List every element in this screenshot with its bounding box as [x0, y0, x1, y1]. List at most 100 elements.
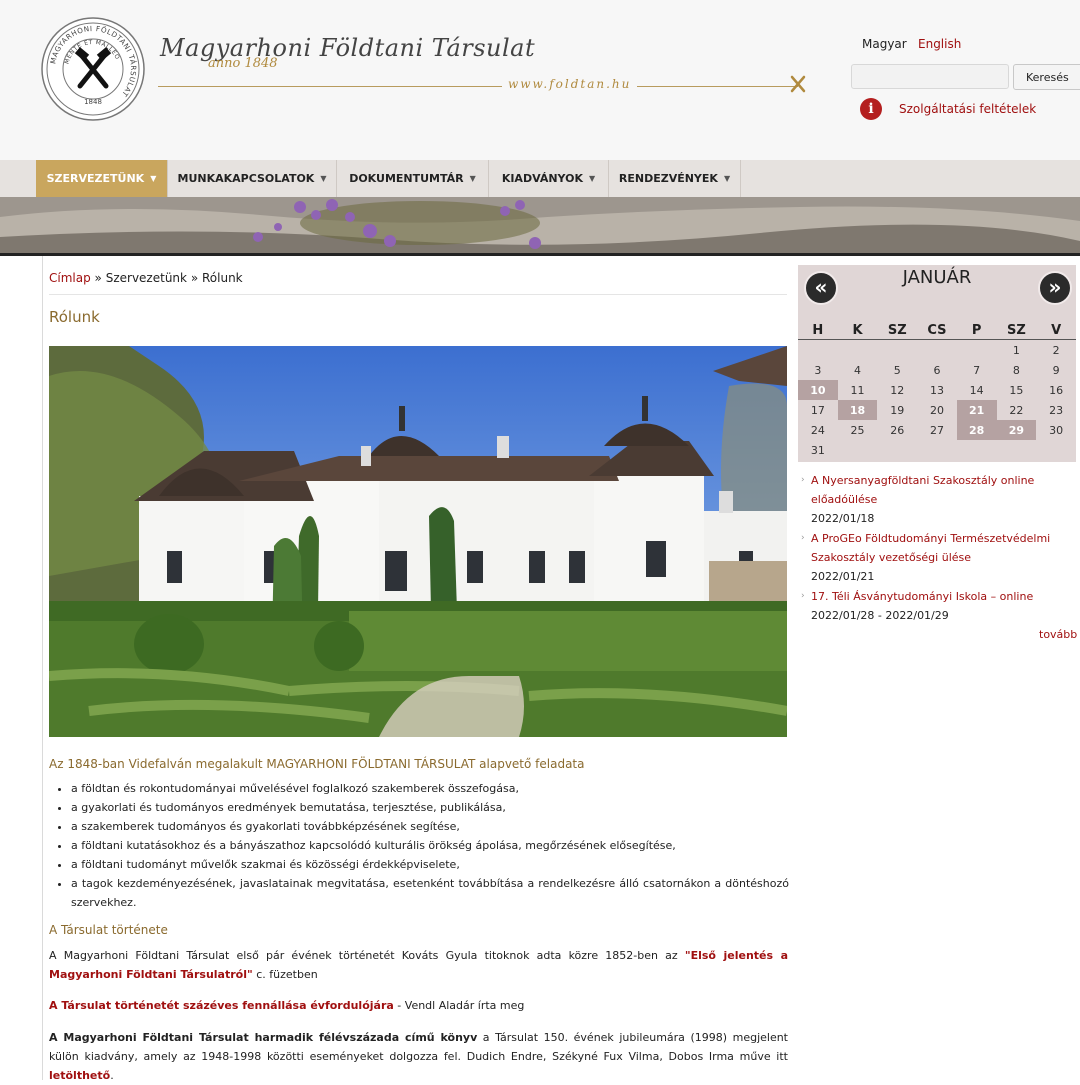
chevron-right-icon: › — [801, 475, 805, 485]
event-item[interactable]: › 17. Téli Ásványtudományi Iskola – onli… — [801, 587, 1073, 625]
society-seal-logo[interactable]: MAGYARHONI FÖLDTANI TÁRSULAT MENTE ET MA… — [40, 16, 146, 122]
more-events-link[interactable]: tovább — [1039, 628, 1077, 641]
calendar-day[interactable]: 5 — [877, 360, 917, 380]
info-icon: i — [860, 98, 882, 120]
calendar-day[interactable]: 26 — [877, 420, 917, 440]
calendar-day[interactable]: 6 — [917, 360, 957, 380]
weekday-header-row: H K SZ CS P SZ V — [798, 321, 1076, 340]
terms-of-service-link[interactable]: Szolgáltatási feltételek — [899, 102, 1036, 116]
event-title[interactable]: A Nyersanyagföldtani Szakosztály online … — [811, 471, 1073, 509]
calendar-day[interactable]: 20 — [917, 400, 957, 420]
double-chevron-right-icon[interactable]: » — [1038, 271, 1072, 305]
calendar-day[interactable]: 18 — [837, 400, 878, 420]
calendar-day-number: 4 — [854, 363, 862, 377]
calendar-month: JANUÁR — [902, 267, 972, 288]
calendar-day[interactable]: 21 — [956, 400, 997, 420]
nav-item-szervezetunk[interactable]: SZERVEZETÜNK ▼ — [36, 160, 168, 197]
event-date: 2022/01/21 — [811, 570, 875, 583]
event-title[interactable]: 17. Téli Ásványtudományi Iskola – online — [811, 587, 1073, 606]
calendar-day-number: 22 — [1009, 403, 1024, 417]
calendar-day[interactable]: 3 — [798, 360, 838, 380]
history-paragraph-1: A Magyarhoni Földtani Társulat első pár … — [49, 946, 788, 984]
page-title: Rólunk — [49, 308, 100, 326]
calendar-day-number: 8 — [1012, 363, 1020, 377]
calendar-day[interactable]: 27 — [917, 420, 957, 440]
history-heading: A Társulat története — [49, 923, 168, 937]
breadcrumb-section-link[interactable]: Szervezetünk — [106, 271, 187, 285]
list-item: a földtani kutatásokhoz és a bányászatho… — [71, 836, 789, 855]
calendar-empty-cell — [798, 340, 838, 361]
calendar-day-number: 16 — [1049, 383, 1064, 397]
calendar-day[interactable]: 28 — [956, 420, 997, 440]
list-item: a földtan és rokontudományai művelésével… — [71, 779, 789, 798]
calendar-empty-cell — [877, 440, 917, 460]
nav-label: RENDEZVÉNYEK — [618, 172, 718, 185]
weekday-label: V — [1036, 321, 1076, 340]
calendar-empty-cell — [877, 340, 917, 361]
language-hungarian-link[interactable]: Magyar — [862, 37, 907, 51]
event-item[interactable]: › A ProGEo Földtudományi Természetvédelm… — [801, 529, 1073, 586]
calendar-day[interactable]: 12 — [877, 380, 917, 400]
calendar-day-number: 12 — [890, 383, 905, 397]
language-english-link[interactable]: English — [918, 37, 961, 51]
breadcrumb-home-link[interactable]: Címlap — [49, 271, 91, 285]
calendar-day[interactable]: 11 — [838, 380, 878, 400]
weekday-label: SZ — [996, 321, 1037, 340]
nav-item-dokumentumtar[interactable]: DOKUMENTUMTÁR ▼ — [337, 160, 489, 197]
calendar-day[interactable]: 23 — [1036, 400, 1076, 420]
calendar-day-number: 29 — [1008, 423, 1025, 437]
calendar-day[interactable]: 2 — [1036, 340, 1076, 361]
calendar-day-number: 24 — [810, 423, 825, 437]
chevron-right-icon: › — [801, 591, 805, 601]
calendar-day[interactable]: 8 — [997, 360, 1037, 380]
weekday-label: P — [956, 321, 997, 340]
calendar-day[interactable]: 4 — [838, 360, 878, 380]
event-date: 2022/01/28 - 2022/01/29 — [811, 609, 949, 622]
calendar-day[interactable]: 9 — [1036, 360, 1076, 380]
calendar-day-number: 11 — [850, 383, 865, 397]
calendar-day[interactable]: 13 — [917, 380, 957, 400]
calendar-day[interactable]: 15 — [997, 380, 1037, 400]
calendar-week-row: 31 — [798, 440, 1076, 460]
calendar-day-number: 18 — [849, 403, 866, 417]
calendar-day[interactable]: 7 — [957, 360, 997, 380]
header-divider — [158, 86, 798, 87]
calendar-day-number: 21 — [969, 403, 985, 417]
event-title[interactable]: A ProGEo Földtudományi Természetvédelmi … — [811, 529, 1073, 567]
calendar-day-number: 10 — [810, 383, 826, 397]
divider — [49, 294, 787, 295]
calendar-day[interactable]: 31 — [798, 440, 838, 460]
double-chevron-left-icon[interactable]: « — [804, 271, 838, 305]
search-input[interactable] — [851, 64, 1009, 89]
search-button[interactable]: Keresés — [1013, 64, 1080, 90]
site-subtitle: anno 1848 — [208, 56, 278, 71]
calendar-day-number: 20 — [929, 403, 944, 417]
calendar-day[interactable]: 19 — [877, 400, 917, 420]
nav-item-rendezvenyek[interactable]: RENDEZVÉNYEK ▼ — [609, 160, 741, 197]
calendar-day-number: 23 — [1049, 403, 1064, 417]
calendar-day-number: 3 — [814, 363, 822, 377]
history-paragraph-3: A Magyarhoni Földtani Társulat harmadik … — [49, 1028, 788, 1085]
list-item: a szakemberek tudományos és gyakorlati t… — [71, 817, 789, 836]
caret-down-icon: ▼ — [150, 174, 157, 183]
centenary-history-link[interactable]: A Társulat történetét százéves fennállás… — [49, 999, 394, 1012]
calendar-day[interactable]: 29 — [996, 420, 1037, 440]
event-item[interactable]: › A Nyersanyagföldtani Szakosztály onlin… — [801, 471, 1073, 528]
nav-item-kiadvanyok[interactable]: KIADVÁNYOK ▼ — [489, 160, 609, 197]
download-link[interactable]: letölthető — [49, 1069, 110, 1082]
list-item: a földtani tudományt művelők szakmai és … — [71, 855, 789, 874]
calendar-day[interactable]: 16 — [1036, 380, 1076, 400]
calendar-empty-cell — [917, 340, 957, 361]
calendar-day[interactable]: 22 — [997, 400, 1037, 420]
nav-label: MUNKAKAPCSOLATOK — [177, 172, 315, 185]
calendar-day[interactable]: 30 — [1036, 420, 1076, 440]
calendar-week-row: 17 18 19 20 21 22 23 — [798, 400, 1076, 420]
calendar-day[interactable]: 17 — [798, 400, 838, 420]
calendar-day[interactable]: 10 — [798, 380, 838, 400]
calendar-day[interactable]: 14 — [957, 380, 997, 400]
calendar-day[interactable]: 1 — [997, 340, 1037, 361]
nav-item-munkakapcsolatok[interactable]: MUNKAKAPCSOLATOK ▼ — [168, 160, 337, 197]
calendar-day[interactable]: 25 — [838, 420, 878, 440]
header-banner-image — [0, 197, 1080, 256]
calendar-day[interactable]: 24 — [798, 420, 838, 440]
